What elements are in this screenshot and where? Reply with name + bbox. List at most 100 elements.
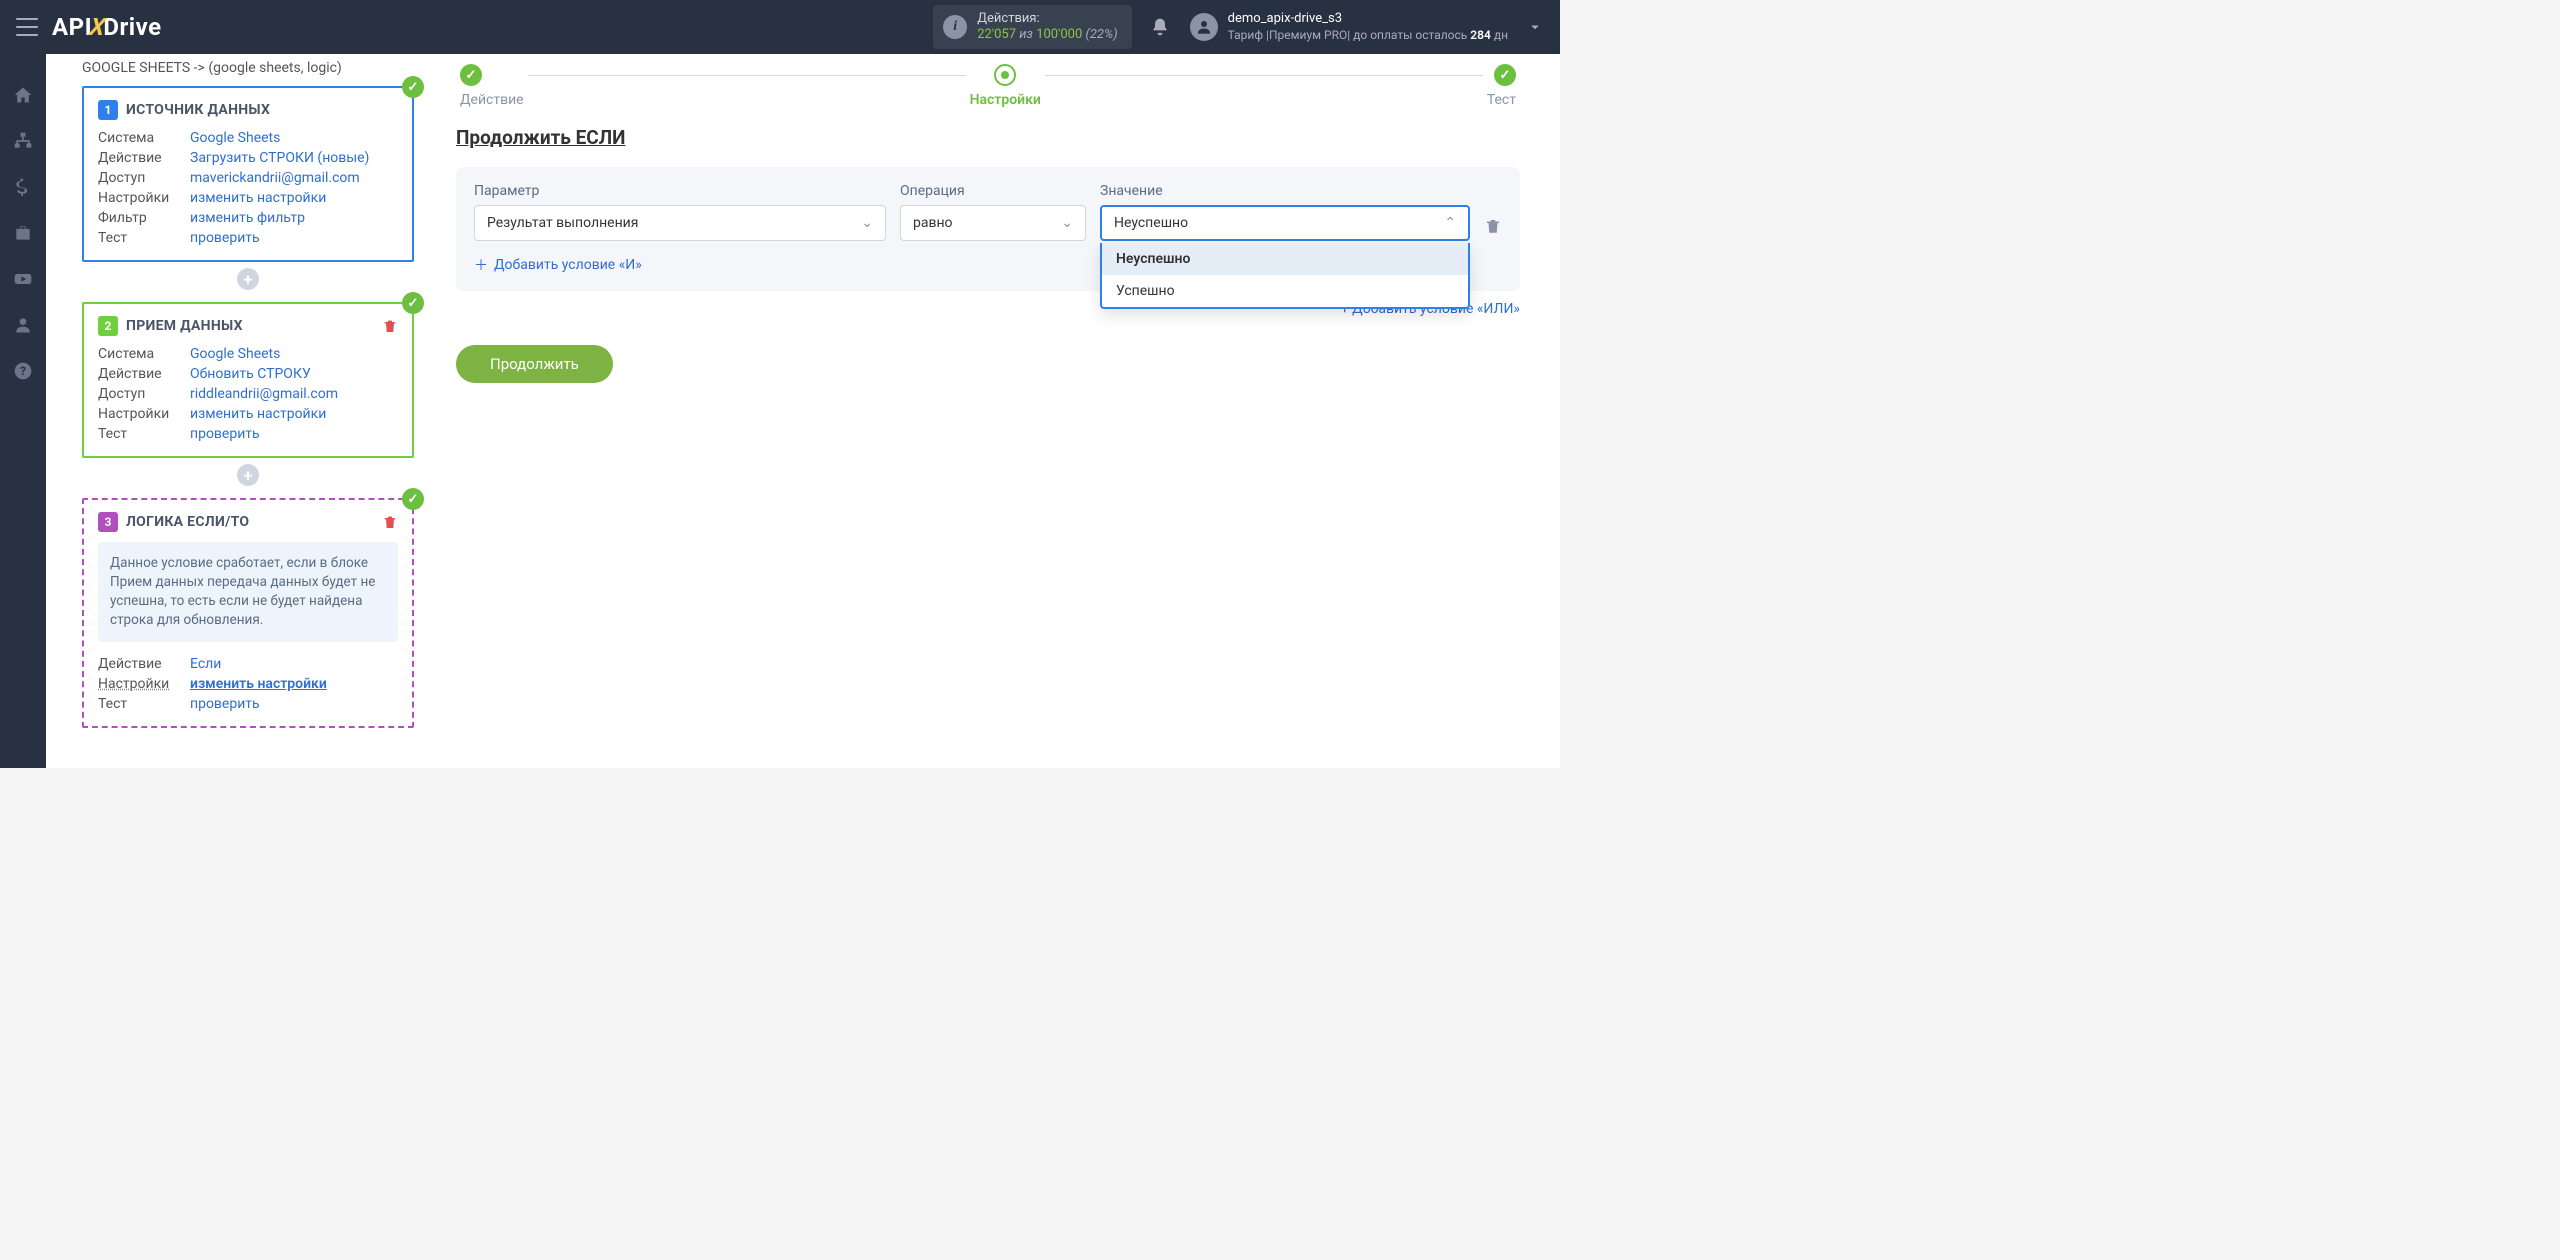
actions-text: Действия: 22'057 из 100'000 (22%) [977, 11, 1117, 42]
add-step-button[interactable]: + [237, 268, 259, 290]
kv-key: Доступ [98, 386, 180, 402]
kv-key: Тест [98, 696, 180, 712]
kv-link-access[interactable]: riddleandrii@gmail.com [190, 386, 398, 402]
step-action[interactable]: ✓ Действие [456, 64, 528, 108]
step-current-icon [994, 64, 1016, 86]
kv-link-filter[interactable]: изменить фильтр [190, 210, 398, 226]
card-title: ИСТОЧНИК ДАННЫХ [126, 102, 270, 118]
kv-link-settings[interactable]: изменить настройки [190, 406, 398, 422]
card-source[interactable]: ✓ 1 ИСТОЧНИК ДАННЫХ СистемаGoogle Sheets… [82, 86, 414, 262]
help-icon[interactable]: ? [12, 360, 34, 382]
op-value: равно [913, 215, 953, 231]
dropdown-option[interactable]: Успешно [1102, 275, 1468, 307]
flow-icon[interactable] [12, 130, 34, 152]
svg-text:?: ? [20, 364, 26, 378]
kv-link-action[interactable]: Обновить СТРОКУ [190, 366, 398, 382]
val-select[interactable]: Неуспешно ⌃ [1100, 205, 1470, 241]
youtube-icon[interactable] [12, 268, 34, 290]
kv-link-action[interactable]: Загрузить СТРОКИ (новые) [190, 150, 398, 166]
op-label: Операция [900, 183, 1086, 199]
username: demo_apix-drive_s3 [1228, 11, 1508, 27]
kv-key: Настройки [98, 676, 180, 692]
user-block[interactable]: demo_apix-drive_s3 Тариф |Премиум PRO| д… [1228, 11, 1508, 42]
card-number: 2 [98, 316, 118, 336]
stepper: ✓ Действие Настройки ✓ Тест [456, 64, 1520, 108]
step-done-icon: ✓ [1494, 64, 1516, 86]
kv-link-settings[interactable]: изменить настройки [190, 190, 398, 206]
val-dropdown: Неуспешно Успешно [1100, 243, 1470, 309]
trash-icon[interactable] [382, 514, 398, 530]
kv-key: Система [98, 346, 180, 362]
actions-label: Действия: [977, 11, 1117, 27]
home-icon[interactable] [12, 84, 34, 106]
step-settings[interactable]: Настройки [966, 64, 1045, 108]
kv-key: Действие [98, 150, 180, 166]
main-column: ✓ Действие Настройки ✓ Тест Продолжить Е… [432, 54, 1560, 768]
logo-part-api: API [52, 13, 92, 41]
trash-icon[interactable] [382, 318, 398, 334]
dollar-icon[interactable] [12, 176, 34, 198]
avatar[interactable] [1190, 13, 1218, 41]
kv-link-system[interactable]: Google Sheets [190, 346, 398, 362]
val-label: Значение [1100, 183, 1470, 199]
breadcrumb: GOOGLE SHEETS -> (google sheets, logic) [82, 54, 414, 86]
continue-button[interactable]: Продолжить [456, 345, 613, 383]
chevron-down-icon: ⌄ [861, 215, 873, 231]
kv-link-settings[interactable]: изменить настройки [190, 676, 398, 692]
condition-block: Параметр Результат выполнения ⌄ Операция… [456, 167, 1520, 291]
tariff-line: Тариф |Премиум PRO| до оплаты осталось 2… [1228, 28, 1508, 43]
tariff-suffix: дн [1491, 28, 1508, 42]
actions-of: из [1019, 27, 1033, 42]
menu-toggle[interactable] [16, 18, 38, 36]
section-title: Продолжить ЕСЛИ [456, 126, 1520, 149]
check-icon: ✓ [402, 292, 424, 314]
add-and-condition[interactable]: ＋ Добавить условие «И» [474, 255, 642, 275]
kv-link-access[interactable]: maverickandrii@gmail.com [190, 170, 398, 186]
step-label: Действие [460, 92, 524, 108]
kv-link-test[interactable]: проверить [190, 426, 398, 442]
kv-key: Система [98, 130, 180, 146]
trash-icon[interactable] [1484, 217, 1502, 235]
info-icon: i [943, 15, 967, 39]
left-column: GOOGLE SHEETS -> (google sheets, logic) … [46, 54, 432, 768]
op-select[interactable]: равно ⌄ [900, 205, 1086, 241]
chevron-down-icon[interactable] [1526, 18, 1544, 36]
actions-pct: (22%) [1086, 27, 1118, 42]
kv-link-action[interactable]: Если [190, 656, 398, 672]
sidenav: ? [0, 54, 46, 768]
briefcase-icon[interactable] [12, 222, 34, 244]
card-number: 3 [98, 512, 118, 532]
add-step-button[interactable]: + [237, 464, 259, 486]
kv-key: Фильтр [98, 210, 180, 226]
step-test[interactable]: ✓ Тест [1483, 64, 1520, 108]
card-destination[interactable]: ✓ 2 ПРИЕМ ДАННЫХ СистемаGoogle Sheets Де… [82, 302, 414, 458]
kv-key: Доступ [98, 170, 180, 186]
step-label: Настройки [970, 92, 1041, 108]
tariff-days: 284 [1470, 28, 1491, 42]
plus-icon: ＋ [474, 255, 488, 275]
chevron-up-icon: ⌃ [1444, 215, 1456, 231]
logo-part-drive: Drive [103, 13, 161, 41]
topbar: APIXDrive i Действия: 22'057 из 100'000 … [0, 0, 1560, 54]
kv-link-system[interactable]: Google Sheets [190, 130, 398, 146]
kv-key: Действие [98, 656, 180, 672]
card-number: 1 [98, 100, 118, 120]
param-label: Параметр [474, 183, 886, 199]
bell-icon[interactable] [1150, 17, 1170, 37]
logic-description: Данное условие сработает, если в блоке П… [98, 542, 398, 642]
actions-used: 22'057 [977, 27, 1016, 42]
card-title: ЛОГИКА ЕСЛИ/ТО [126, 514, 249, 530]
add-and-label: Добавить условие «И» [494, 257, 642, 273]
user-icon[interactable] [12, 314, 34, 336]
kv-key: Настройки [98, 406, 180, 422]
card-logic[interactable]: ✓ 3 ЛОГИКА ЕСЛИ/ТО Данное условие сработ… [82, 498, 414, 728]
actions-counter[interactable]: i Действия: 22'057 из 100'000 (22%) [933, 5, 1131, 48]
kv-key: Настройки [98, 190, 180, 206]
kv-key: Действие [98, 366, 180, 382]
param-select[interactable]: Результат выполнения ⌄ [474, 205, 886, 241]
kv-link-test[interactable]: проверить [190, 230, 398, 246]
kv-link-test[interactable]: проверить [190, 696, 398, 712]
dropdown-option[interactable]: Неуспешно [1102, 243, 1468, 275]
logo[interactable]: APIXDrive [52, 13, 162, 41]
param-value: Результат выполнения [487, 215, 638, 231]
